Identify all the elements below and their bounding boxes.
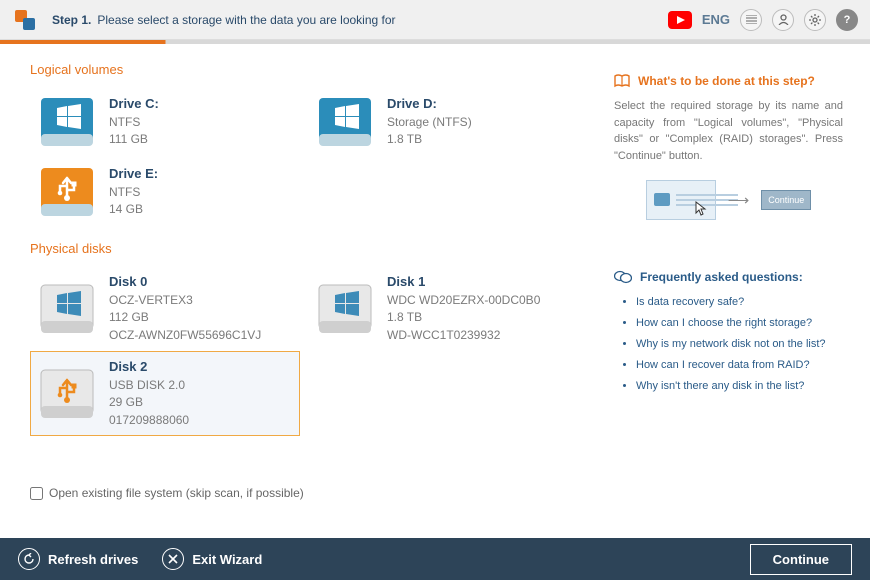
step-description: Please select a storage with the data yo…: [97, 13, 667, 27]
drive-detail: NTFS: [109, 114, 159, 131]
step-label: Step 1.: [52, 13, 91, 27]
drive-detail: 111 GB: [109, 131, 159, 148]
section-logical-title: Logical volumes: [30, 62, 596, 77]
win-gray-icon: [37, 281, 97, 337]
drive-name: Disk 2: [109, 358, 189, 377]
exit-label: Exit Wizard: [192, 552, 262, 567]
app-logo-icon: [12, 7, 38, 33]
side-panel: What's to be done at this step? Select t…: [614, 44, 870, 538]
drive-detail: 017209888060: [109, 412, 189, 429]
faq-item[interactable]: How can I choose the right storage?: [636, 313, 843, 334]
faq-title: Frequently asked questions:: [640, 270, 803, 284]
gear-icon[interactable]: [804, 9, 826, 31]
drive-name: Drive E:: [109, 165, 158, 184]
help-title: What's to be done at this step?: [638, 74, 815, 88]
refresh-icon: [18, 548, 40, 570]
help-diagram: ⟶ Continue: [614, 180, 843, 220]
win-gray-icon: [315, 281, 375, 337]
close-icon: [162, 548, 184, 570]
book-icon: [614, 74, 630, 88]
drive-detail: 29 GB: [109, 394, 189, 411]
log-icon[interactable]: [740, 9, 762, 31]
exit-wizard-button[interactable]: Exit Wizard: [162, 548, 262, 570]
refresh-drives-button[interactable]: Refresh drives: [18, 548, 138, 570]
physical-drive-item[interactable]: Disk 1WDC WD20EZRX-00DC0B01.8 TBWD-WCC1T…: [308, 266, 578, 351]
faq-item[interactable]: Why is my network disk not on the list?: [636, 334, 843, 355]
usb-orange-icon: [37, 164, 97, 220]
faq-item[interactable]: Is data recovery safe?: [636, 292, 843, 313]
user-icon[interactable]: [772, 9, 794, 31]
youtube-icon[interactable]: [668, 11, 692, 29]
drive-name: Disk 1: [387, 273, 540, 292]
drive-detail: WD-WCC1T0239932: [387, 327, 540, 344]
section-physical-title: Physical disks: [30, 241, 596, 256]
drive-detail: 1.8 TB: [387, 309, 540, 326]
drive-name: Disk 0: [109, 273, 261, 292]
open-existing-fs-input[interactable]: [30, 487, 43, 500]
logical-volumes-grid: Drive C:NTFS111 GBDrive D:Storage (NTFS)…: [30, 87, 596, 227]
physical-drive-item[interactable]: Disk 2USB DISK 2.029 GB017209888060: [30, 351, 300, 436]
drive-detail: WDC WD20EZRX-00DC0B0: [387, 292, 540, 309]
faq-list: Is data recovery safe?How can I choose t…: [614, 292, 843, 396]
drive-detail: 14 GB: [109, 201, 158, 218]
drive-name: Drive D:: [387, 95, 472, 114]
header-bar: Step 1. Please select a storage with the…: [0, 0, 870, 40]
faq-item[interactable]: How can I recover data from RAID?: [636, 355, 843, 376]
win-blue-icon: [315, 94, 375, 150]
drive-detail: USB DISK 2.0: [109, 377, 189, 394]
diagram-continue-button: Continue: [761, 190, 811, 210]
drive-detail: OCZ-VERTEX3: [109, 292, 261, 309]
drive-detail: 112 GB: [109, 309, 261, 326]
drive-name: Drive C:: [109, 95, 159, 114]
continue-label: Continue: [773, 552, 829, 567]
refresh-label: Refresh drives: [48, 552, 138, 567]
win-blue-icon: [37, 94, 97, 150]
main-panel: Logical volumes Drive C:NTFS111 GBDrive …: [0, 44, 614, 538]
drive-detail: Storage (NTFS): [387, 114, 472, 131]
continue-button[interactable]: Continue: [750, 544, 852, 575]
drive-thumb-icon: [653, 191, 671, 209]
logical-drive-item[interactable]: Drive E:NTFS14 GB: [30, 157, 300, 227]
drive-detail: 1.8 TB: [387, 131, 472, 148]
logical-drive-item[interactable]: Drive C:NTFS111 GB: [30, 87, 300, 157]
help-icon[interactable]: ?: [836, 9, 858, 31]
help-text: Select the required storage by its name …: [614, 98, 843, 164]
arrow-icon: ⟶: [728, 191, 750, 209]
cursor-icon: [695, 201, 709, 217]
open-existing-fs-label: Open existing file system (skip scan, if…: [49, 486, 304, 500]
physical-drive-item[interactable]: Disk 0OCZ-VERTEX3112 GBOCZ-AWNZ0FW55696C…: [30, 266, 300, 351]
chat-icon: [614, 270, 632, 284]
drive-detail: OCZ-AWNZ0FW55696C1VJ: [109, 327, 261, 344]
open-existing-fs-checkbox[interactable]: Open existing file system (skip scan, if…: [30, 486, 596, 500]
footer-bar: Refresh drives Exit Wizard Continue: [0, 538, 870, 580]
usb-gray-icon: [37, 366, 97, 422]
physical-disks-grid: Disk 0OCZ-VERTEX3112 GBOCZ-AWNZ0FW55696C…: [30, 266, 596, 436]
language-selector[interactable]: ENG: [702, 12, 730, 27]
faq-item[interactable]: Why isn't there any disk in the list?: [636, 376, 843, 397]
drive-detail: NTFS: [109, 184, 158, 201]
logical-drive-item[interactable]: Drive D:Storage (NTFS)1.8 TB: [308, 87, 578, 157]
